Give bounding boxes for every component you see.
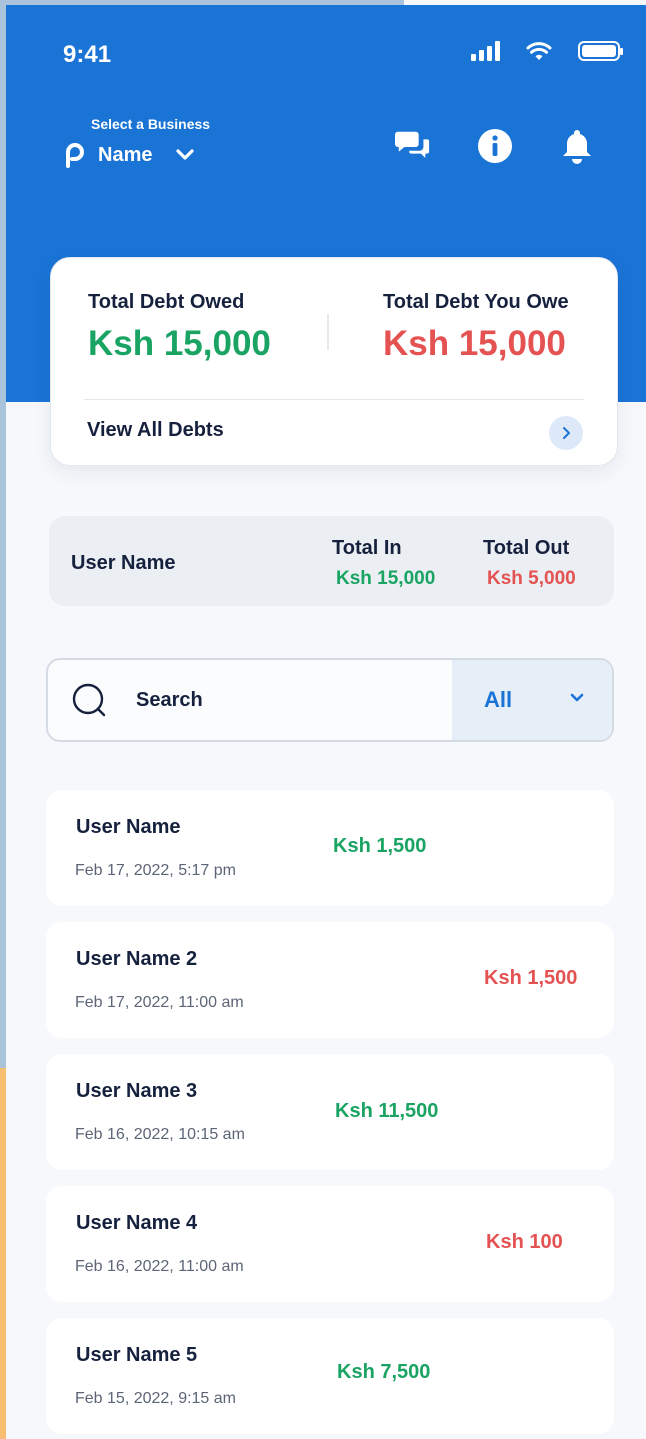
transaction-date: Feb 17, 2022, 11:00 am <box>75 994 244 1011</box>
transaction-date: Feb 16, 2022, 10:15 am <box>75 1126 245 1143</box>
search-icon <box>72 683 106 717</box>
chat-icon <box>395 131 431 163</box>
transaction-date: Feb 15, 2022, 9:15 am <box>75 1390 236 1407</box>
total-in-label: Total In <box>332 537 402 559</box>
debt-you-owe-value: Ksh 15,000 <box>383 324 566 363</box>
debt-owed-label: Total Debt Owed <box>88 291 245 313</box>
transaction-amount: Ksh 11,500 <box>335 1100 439 1122</box>
total-out: Total Out Ksh 5,000 <box>483 537 576 590</box>
transaction-amount: Ksh 100 <box>486 1231 563 1253</box>
transaction-amount: Ksh 1,500 <box>484 967 578 989</box>
filter-dropdown[interactable]: All <box>452 660 612 740</box>
transaction-item[interactable]: User Name 4 Feb 16, 2022, 11:00 am Ksh 1… <box>46 1186 614 1302</box>
transaction-date: Feb 16, 2022, 11:00 am <box>75 1258 244 1275</box>
view-all-debts-button[interactable] <box>549 416 583 450</box>
summary-user-name: User Name <box>71 552 176 574</box>
business-logo-icon <box>66 143 84 168</box>
header-actions <box>395 128 595 164</box>
business-selector[interactable]: Name <box>64 142 195 168</box>
signal-icon <box>471 41 500 61</box>
bell-icon <box>563 130 591 164</box>
search-bar: All <box>46 658 614 742</box>
info-icon <box>478 129 512 163</box>
status-time: 9:41 <box>63 41 112 68</box>
total-out-value: Ksh 5,000 <box>487 568 576 589</box>
debt-you-owe-label: Total Debt You Owe <box>383 291 569 313</box>
total-in-value: Ksh 15,000 <box>336 568 436 589</box>
debt-owed-value: Ksh 15,000 <box>88 324 271 363</box>
transaction-name: User Name <box>76 816 181 838</box>
filter-value: All <box>484 687 513 712</box>
user-totals-summary: User Name Total In Ksh 15,000 Total Out … <box>49 516 614 606</box>
transaction-item[interactable]: User Name 3 Feb 16, 2022, 10:15 am Ksh 1… <box>46 1054 614 1170</box>
transaction-name: User Name 5 <box>76 1344 198 1366</box>
chevron-right-icon <box>563 427 570 439</box>
debt-summary-card: Total Debt Owed Ksh 15,000 Total Debt Yo… <box>50 257 618 466</box>
transaction-item[interactable]: User Name Feb 17, 2022, 5:17 pm Ksh 1,50… <box>46 790 614 906</box>
wifi-icon <box>526 42 552 60</box>
transaction-date: Feb 17, 2022, 5:17 pm <box>75 862 236 879</box>
notifications-button[interactable] <box>559 128 595 164</box>
transaction-name: User Name 2 <box>76 948 198 970</box>
debt-divider <box>327 314 329 350</box>
chevron-down-icon <box>176 149 195 160</box>
transaction-amount: Ksh 1,500 <box>333 835 427 857</box>
left-edge-strip-accent <box>0 1068 6 1439</box>
transaction-item[interactable]: User Name 5 Feb 15, 2022, 9:15 am Ksh 7,… <box>46 1318 614 1434</box>
transaction-item[interactable]: User Name 2 Feb 17, 2022, 11:00 am Ksh 1… <box>46 922 614 1038</box>
search-input[interactable] <box>136 660 446 740</box>
total-in: Total In Ksh 15,000 <box>332 537 435 590</box>
chevron-down-icon <box>570 693 584 702</box>
status-icons <box>471 41 623 61</box>
view-all-debts-link[interactable]: View All Debts <box>87 419 224 442</box>
total-out-label: Total Out <box>483 537 570 559</box>
business-name: Name <box>98 143 153 166</box>
transaction-name: User Name 3 <box>76 1080 198 1102</box>
chat-button[interactable] <box>395 128 431 164</box>
info-button[interactable] <box>477 128 513 164</box>
debt-you-owe: Total Debt You Owe Ksh 15,000 <box>383 291 569 364</box>
debt-owed: Total Debt Owed Ksh 15,000 <box>88 291 271 364</box>
battery-icon <box>578 41 623 61</box>
select-business-label: Select a Business <box>91 116 211 132</box>
card-separator <box>84 399 584 400</box>
transaction-name: User Name 4 <box>76 1212 198 1234</box>
transaction-amount: Ksh 7,500 <box>337 1361 431 1383</box>
